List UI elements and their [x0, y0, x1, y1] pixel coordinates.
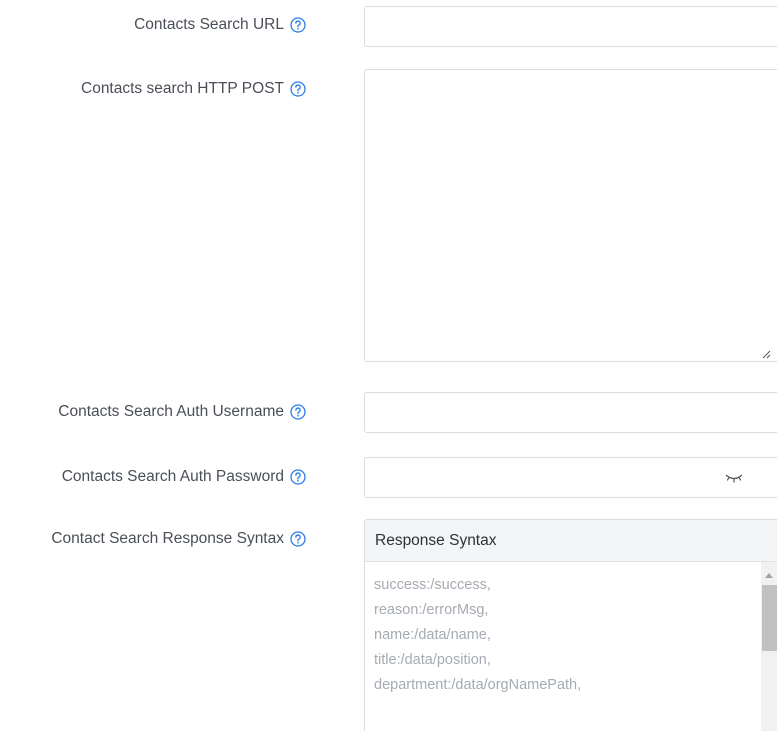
http-post-textarea[interactable] [364, 69, 777, 362]
http-post-label: Contacts search HTTP POST [81, 80, 306, 98]
question-circle-icon[interactable] [290, 404, 306, 420]
syntax-line: title:/data/position, [374, 652, 491, 668]
scrollbar-thumb[interactable] [762, 585, 777, 651]
question-circle-icon[interactable] [290, 531, 306, 547]
syntax-line: department:/data/orgNamePath, [374, 677, 582, 693]
auth-username-label-text: Contacts Search Auth Username [58, 403, 284, 420]
response-syntax-content: success:/success, reason:/errorMsg, name… [374, 573, 581, 698]
question-circle-icon[interactable] [290, 81, 306, 97]
response-syntax-label: Contact Search Response Syntax [51, 530, 306, 548]
search-url-label-text: Contacts Search URL [134, 16, 284, 33]
auth-password-label-text: Contacts Search Auth Password [61, 468, 284, 485]
auth-username-label: Contacts Search Auth Username [58, 403, 306, 421]
response-syntax-label-text: Contact Search Response Syntax [51, 530, 284, 547]
syntax-line: success:/success, [374, 577, 491, 593]
search-url-label: Contacts Search URL [134, 16, 306, 34]
auth-password-label: Contacts Search Auth Password [62, 468, 306, 486]
vertical-scrollbar[interactable] [761, 562, 777, 731]
eye-closed-icon[interactable] [725, 472, 743, 484]
question-circle-icon[interactable] [290, 469, 306, 485]
auth-password-input[interactable] [364, 457, 777, 498]
question-circle-icon[interactable] [290, 17, 306, 33]
syntax-line: name:/data/name, [374, 627, 491, 643]
http-post-label-text: Contacts search HTTP POST [81, 80, 284, 97]
response-syntax-panel[interactable]: Response Syntax success:/success, reason… [364, 519, 777, 731]
resize-grip-icon[interactable] [762, 350, 771, 359]
scroll-up-arrow-icon[interactable] [765, 573, 773, 578]
syntax-line: reason:/errorMsg, [374, 602, 489, 618]
response-syntax-header: Response Syntax [365, 520, 777, 562]
search-url-input[interactable] [364, 6, 777, 47]
auth-username-input[interactable] [364, 392, 777, 433]
